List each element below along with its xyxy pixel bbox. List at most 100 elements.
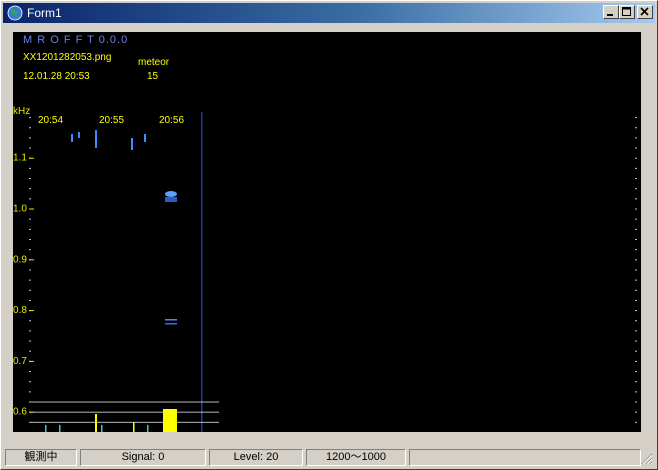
minor-tick-right (635, 279, 637, 281)
main-window: Form1 1.1 1.0 0.9 0.8 0.7 0.6 20:54 20:55 20:56 … (0, 0, 658, 470)
minor-tick-right (635, 310, 637, 312)
minor-tick-left (29, 421, 31, 423)
minor-tick-right (635, 198, 637, 200)
freq-tick-label: 0.7 (13, 356, 27, 367)
level-marker (45, 425, 47, 432)
minor-tick-left (29, 391, 31, 393)
minor-tick-right (635, 259, 637, 261)
freq-tick-label: 1.1 (13, 153, 27, 164)
minor-tick-right (635, 117, 637, 119)
minor-tick-left (29, 137, 31, 139)
signal-streak (144, 134, 146, 142)
minor-tick-left (29, 228, 31, 230)
program-label: M R O F F T 0.0.0 (23, 34, 129, 46)
signal-echo (165, 191, 177, 197)
freq-tick-label: 0.9 (13, 254, 27, 265)
status-level: Level: 20 (209, 449, 303, 466)
minor-tick-left (29, 188, 31, 190)
minor-tick-left (29, 117, 31, 119)
minor-tick-right (635, 340, 637, 342)
signal-blip (165, 323, 177, 325)
minor-tick-left (29, 401, 31, 403)
signal-streak (71, 134, 73, 142)
time-tick-label: 20:54 (38, 115, 63, 126)
minor-tick-left (29, 147, 31, 149)
minor-tick-left (29, 350, 31, 352)
time-tick-label: 20:56 (159, 115, 184, 126)
meteor-count: 15 (147, 71, 159, 82)
minor-tick-right (635, 411, 637, 413)
minor-tick-right (635, 238, 637, 240)
minor-tick-right (635, 360, 637, 362)
title-bar[interactable]: Form1 (3, 3, 655, 23)
status-signal: Signal: 0 (80, 449, 206, 466)
signal-streak (78, 132, 80, 138)
status-bar: 観測中 Signal: 0 Level: 20 1200～1000 (3, 448, 655, 467)
major-tick (29, 157, 34, 159)
level-bar (163, 409, 177, 432)
minor-tick-left (29, 279, 31, 281)
level-bar (133, 422, 135, 432)
minor-tick-left (29, 299, 31, 301)
close-button[interactable] (637, 5, 653, 19)
minor-tick-right (635, 299, 637, 301)
minor-tick-right (635, 289, 637, 291)
filename-label: XX1201282053.png (23, 52, 112, 63)
globe-icon[interactable] (7, 5, 23, 21)
meteor-label: meteor (138, 57, 170, 68)
spectrogram-canvas: 1.1 1.0 0.9 0.8 0.7 0.6 20:54 20:55 20:56 (13, 112, 637, 432)
maximize-button[interactable] (619, 5, 635, 19)
unit-label: kHz (13, 106, 31, 117)
minor-tick-left (29, 269, 31, 271)
minor-tick-right (635, 421, 637, 423)
major-tick (29, 310, 34, 312)
window-title: Form1 (27, 6, 62, 20)
reference-line (31, 411, 219, 413)
minor-tick-left (29, 330, 31, 332)
minor-tick-right (635, 269, 637, 271)
minor-tick-left (29, 238, 31, 240)
time-marker-line (201, 112, 203, 432)
reference-line (31, 401, 219, 403)
minor-tick-right (635, 178, 637, 180)
minor-tick-right (635, 401, 637, 403)
minor-tick-right (635, 320, 637, 322)
minor-tick-left (29, 198, 31, 200)
status-state: 観測中 (5, 449, 77, 466)
maximize-icon (622, 7, 631, 16)
major-tick (29, 360, 34, 362)
status-range: 1200～1000 (306, 449, 406, 466)
freq-tick-label: 0.8 (13, 305, 27, 316)
minor-tick-right (635, 381, 637, 383)
freq-tick-label: 0.6 (13, 407, 27, 418)
minor-tick-right (635, 391, 637, 393)
signal-blip (165, 319, 177, 321)
resize-grip-icon[interactable] (641, 453, 653, 465)
minor-tick-left (29, 218, 31, 220)
minor-tick-right (635, 188, 637, 190)
level-bar (95, 414, 97, 432)
minor-tick-left (29, 340, 31, 342)
time-tick-label: 20:55 (99, 115, 124, 126)
level-marker (59, 425, 61, 432)
minor-tick-right (635, 157, 637, 159)
spectrogram-panel: 1.1 1.0 0.9 0.8 0.7 0.6 20:54 20:55 20:56 M R O … (13, 32, 641, 432)
close-icon (640, 7, 649, 16)
minor-tick-left (29, 127, 31, 129)
minor-tick-left (29, 178, 31, 180)
minor-tick-left (29, 371, 31, 373)
signal-streak (95, 130, 97, 148)
minor-tick-right (635, 371, 637, 373)
minor-tick-right (635, 330, 637, 332)
minor-tick-right (635, 147, 637, 149)
minor-tick-right (635, 208, 637, 210)
minor-tick-right (635, 228, 637, 230)
minor-tick-right (635, 167, 637, 169)
major-tick (29, 208, 34, 210)
minimize-button[interactable] (603, 5, 619, 19)
level-marker (101, 425, 103, 432)
signal-streak (131, 138, 133, 150)
datetime-label: 12.01.28 20:53 (23, 71, 90, 82)
minor-tick-right (635, 350, 637, 352)
level-marker (147, 425, 149, 432)
